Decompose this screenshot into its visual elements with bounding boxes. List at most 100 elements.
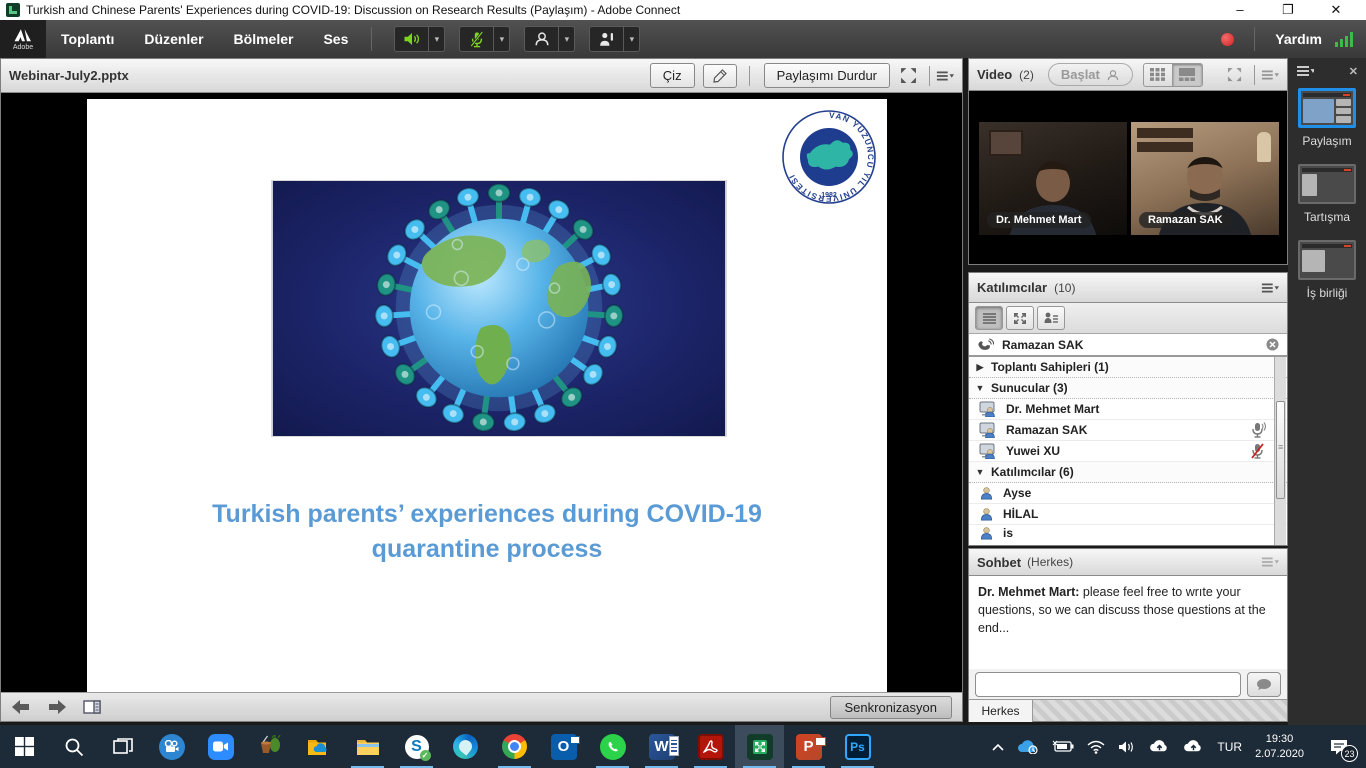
menu-duzenler[interactable]: Düzenler (129, 20, 218, 58)
speaker-dropdown[interactable]: ▾ (429, 26, 445, 52)
task-view-button[interactable] (98, 725, 147, 768)
group-participants[interactable]: ▼ Katılımcılar (6) (969, 462, 1287, 483)
participant-row[interactable]: Yuwei XU (969, 441, 1287, 462)
layout-bar-close-icon[interactable]: ✕ (1349, 65, 1358, 78)
microphone-dropdown[interactable]: ▾ (494, 26, 510, 52)
close-icon[interactable] (1266, 338, 1279, 351)
windows-taskbar: S ✓ O W (0, 725, 1366, 768)
share-pod: Webinar-July2.pptx Çiz Paylaşımı Durdur (0, 58, 963, 722)
window-titlebar: Turkish and Chinese Parents' Experiences… (0, 0, 1366, 20)
tray-chevron-icon[interactable] (992, 743, 1004, 751)
scrollbar-thumb[interactable] (1276, 401, 1285, 499)
list-view-button[interactable] (975, 306, 1003, 330)
chrome-icon[interactable] (490, 725, 539, 768)
tab-everyone[interactable]: Herkes (969, 700, 1033, 722)
skype-icon[interactable]: S ✓ (392, 725, 441, 768)
share-pod-header: Webinar-July2.pptx Çiz Paylaşımı Durdur (1, 59, 962, 93)
close-button[interactable]: ✕ (1312, 2, 1360, 18)
chat-pod-menu-icon[interactable] (1261, 556, 1279, 568)
video-pod-menu-icon[interactable] (1261, 69, 1279, 81)
participant-row[interactable]: Ramazan SAK (969, 420, 1287, 441)
webcam-button[interactable] (524, 26, 559, 52)
layout-bar-menu-icon[interactable] (1296, 65, 1314, 77)
restore-button[interactable]: ❐ (1264, 2, 1312, 18)
draw-button[interactable]: Çiz (650, 63, 695, 88)
outlook-icon[interactable]: O (539, 725, 588, 768)
word-icon[interactable]: W (637, 725, 686, 768)
synchronize-button[interactable]: Senkronizasyon (830, 696, 953, 719)
person-icon (979, 507, 994, 522)
video-fullscreen-icon[interactable] (1227, 67, 1242, 82)
microphone-muted-button[interactable] (459, 26, 494, 52)
raise-hand-dropdown[interactable]: ▾ (624, 26, 640, 52)
raise-hand-button[interactable] (589, 26, 624, 52)
search-icon[interactable] (49, 725, 98, 768)
active-speaker-name: Ramazan SAK (1002, 338, 1083, 352)
active-speaker-row: Ramazan SAK (969, 334, 1287, 357)
participant-row[interactable]: Dr. Mehmet Mart (969, 399, 1287, 420)
wifi-icon[interactable] (1087, 740, 1105, 754)
attendees-toolbar (969, 303, 1287, 334)
video-pod-title: Video (977, 67, 1012, 82)
grid-view-button[interactable] (1143, 63, 1173, 87)
onedrive-tray-icon[interactable] (1017, 739, 1039, 754)
stop-sharing-button[interactable]: Paylaşımı Durdur (764, 63, 890, 88)
powerpoint-icon[interactable]: P (784, 725, 833, 768)
zoom-app-icon[interactable] (196, 725, 245, 768)
slide-title: Turkish parents’ experiences during COVI… (87, 497, 887, 567)
volume-icon[interactable] (1118, 740, 1136, 754)
battery-icon[interactable] (1052, 740, 1074, 753)
group-presenters[interactable]: ▼ Sunucular (3) (969, 378, 1287, 399)
help-menu[interactable]: Yardım (1275, 31, 1322, 47)
photoshop-icon[interactable]: Ps (833, 725, 882, 768)
chat-input[interactable] (975, 672, 1241, 697)
filmstrip-view-button[interactable] (1173, 63, 1203, 87)
cloud-upload-icon[interactable] (1183, 739, 1204, 754)
sidebar-toggle-icon[interactable] (83, 700, 101, 714)
file-explorer-icon[interactable] (343, 725, 392, 768)
onedrive-folder-icon[interactable] (294, 725, 343, 768)
layout-collaboration[interactable]: İş birliği (1288, 240, 1366, 312)
breakout-view-button[interactable] (1006, 306, 1034, 330)
video-feed[interactable]: Ramazan SAK (1131, 122, 1279, 235)
minimize-button[interactable]: – (1216, 2, 1264, 18)
whatsapp-icon[interactable] (588, 725, 637, 768)
covid-globe-image (271, 180, 727, 437)
cloud-upload-icon[interactable] (1149, 739, 1170, 754)
start-button[interactable] (0, 725, 49, 768)
edge-icon[interactable] (441, 725, 490, 768)
fullscreen-icon[interactable] (900, 67, 917, 84)
language-indicator[interactable]: TUR (1217, 740, 1242, 754)
share-pod-menu-icon[interactable] (936, 70, 954, 82)
acrobat-icon[interactable] (686, 725, 735, 768)
participant-row[interactable]: Ayse (969, 483, 1287, 504)
menu-toplanti[interactable]: Toplantı (46, 20, 129, 58)
menu-ses[interactable]: Ses (308, 20, 363, 58)
clock[interactable]: 19:30 2.07.2020 (1255, 732, 1304, 762)
movie-app-icon[interactable] (147, 725, 196, 768)
adobe-logo[interactable]: Adobe (0, 20, 46, 58)
video-strip: Dr. Mehmet Mart Ramazan SAK (969, 91, 1287, 264)
webcam-dropdown[interactable]: ▾ (559, 26, 575, 52)
cocktail-app-icon[interactable] (245, 725, 294, 768)
attendee-status-view-button[interactable] (1037, 306, 1065, 330)
pointer-pen-button[interactable] (703, 64, 737, 88)
send-message-button[interactable] (1247, 672, 1281, 697)
attendees-pod-menu-icon[interactable] (1261, 282, 1279, 294)
menu-bolmeler[interactable]: Bölmeler (219, 20, 309, 58)
start-webcam-button[interactable]: Başlat (1048, 63, 1133, 86)
layout-sharing[interactable]: Paylaşım (1288, 88, 1366, 160)
adobe-connect-taskbar-icon[interactable] (735, 725, 784, 768)
next-slide-button[interactable] (47, 699, 67, 715)
speaker-button[interactable] (394, 26, 429, 52)
layout-discussion[interactable]: Tartışma (1288, 164, 1366, 236)
menu-bar: Adobe Toplantı Düzenler Bölmeler Ses ▾ ▾ (0, 20, 1366, 58)
participant-row[interactable]: HİLAL (969, 504, 1287, 525)
participant-row[interactable]: is (969, 525, 1287, 541)
action-center-icon[interactable]: 23 (1317, 725, 1360, 768)
previous-slide-button[interactable] (11, 699, 31, 715)
participant-name: Dr. Mehmet Mart (1006, 402, 1099, 416)
attendees-scrollbar[interactable] (1274, 357, 1286, 545)
group-hosts[interactable]: ▶ Toplantı Sahipleri (1) (969, 357, 1287, 378)
video-feed[interactable]: Dr. Mehmet Mart (979, 122, 1127, 235)
